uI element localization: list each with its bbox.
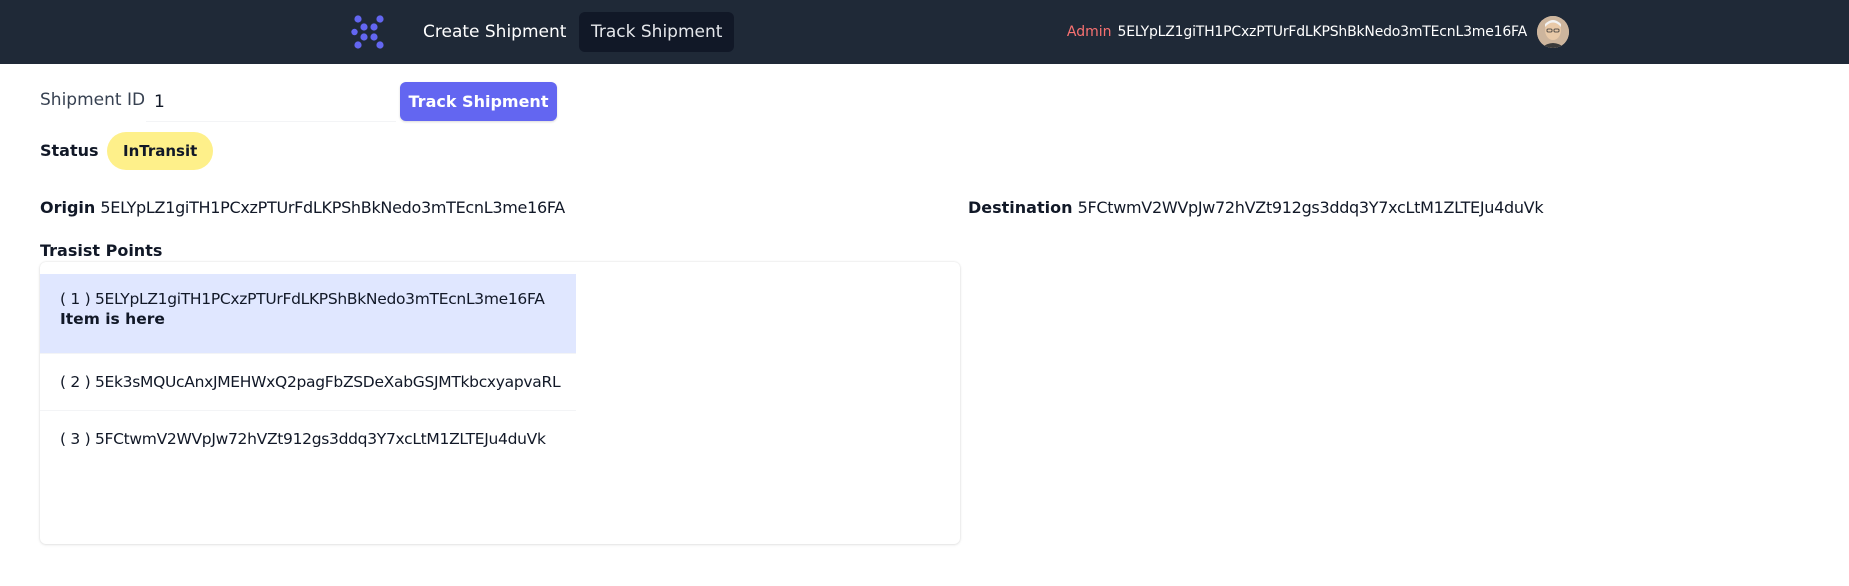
origin-field: Origin 5ELYpLZ1giTH1PCxzPTUrFdLKPShBkNed… [40,198,565,217]
transit-points-list: ( 1 ) 5ELYpLZ1giTH1PCxzPTUrFdLKPShBkNedo… [40,274,576,468]
origin-label: Origin [40,198,96,217]
transit-points-heading: Trasist Points [40,241,163,260]
transit-point-address: 5ELYpLZ1giTH1PCxzPTUrFdLKPShBkNedo3mTEcn… [94,290,545,308]
transit-point-address: 5Ek3sMQUcAnxJMEHWxQ2pagFbZSDeXabGSJMTkbc… [94,373,561,391]
shipment-id-input[interactable] [146,82,396,122]
track-shipment-button[interactable]: Track Shipment [400,82,557,121]
nav-create-shipment[interactable]: Create Shipment [411,12,578,52]
app-logo-icon[interactable] [351,15,387,49]
user-avatar-icon [1537,16,1569,48]
avatar[interactable] [1537,16,1569,48]
transit-point-1[interactable]: ( 1 ) 5ELYpLZ1giTH1PCxzPTUrFdLKPShBkNedo… [40,274,576,354]
transit-points-card: ( 1 ) 5ELYpLZ1giTH1PCxzPTUrFdLKPShBkNedo… [40,262,960,544]
current-location-note: Item is here [60,310,165,328]
transit-point-index: ( 1 ) [60,290,91,308]
main-content: Shipment ID Track Shipment Status InTran… [0,64,1849,586]
transit-point-2[interactable]: ( 2 ) 5Ek3sMQUcAnxJMEHWxQ2pagFbZSDeXabGS… [40,354,576,411]
destination-label: Destination [968,198,1073,217]
status-label: Status [40,141,99,160]
user-info: Admin 5ELYpLZ1giTH1PCxzPTUrFdLKPShBkNedo… [1067,16,1569,48]
destination-field: Destination 5FCtwmV2WVpJw72hVZt912gs3ddq… [968,198,1544,217]
nav-track-shipment[interactable]: Track Shipment [579,12,735,52]
transit-point-index: ( 3 ) [60,430,91,448]
user-address: 5ELYpLZ1giTH1PCxzPTUrFdLKPShBkNedo3mTEcn… [1117,24,1528,40]
transit-point-index: ( 2 ) [60,373,91,391]
status-badge: InTransit [107,132,214,170]
shipment-id-label: Shipment ID [40,90,146,110]
destination-address: 5FCtwmV2WVpJw72hVZt912gs3ddq3Y7xcLtM1ZLT… [1077,198,1544,217]
user-role-label: Admin [1066,24,1112,40]
origin-address: 5ELYpLZ1giTH1PCxzPTUrFdLKPShBkNedo3mTEcn… [100,198,565,217]
transit-point-3[interactable]: ( 3 ) 5FCtwmV2WVpJw72hVZt912gs3ddq3Y7xcL… [40,411,576,468]
transit-point-address: 5FCtwmV2WVpJw72hVZt912gs3ddq3Y7xcLtM1ZLT… [94,430,546,448]
top-navbar: Create Shipment Track Shipment Admin 5EL… [0,0,1849,64]
